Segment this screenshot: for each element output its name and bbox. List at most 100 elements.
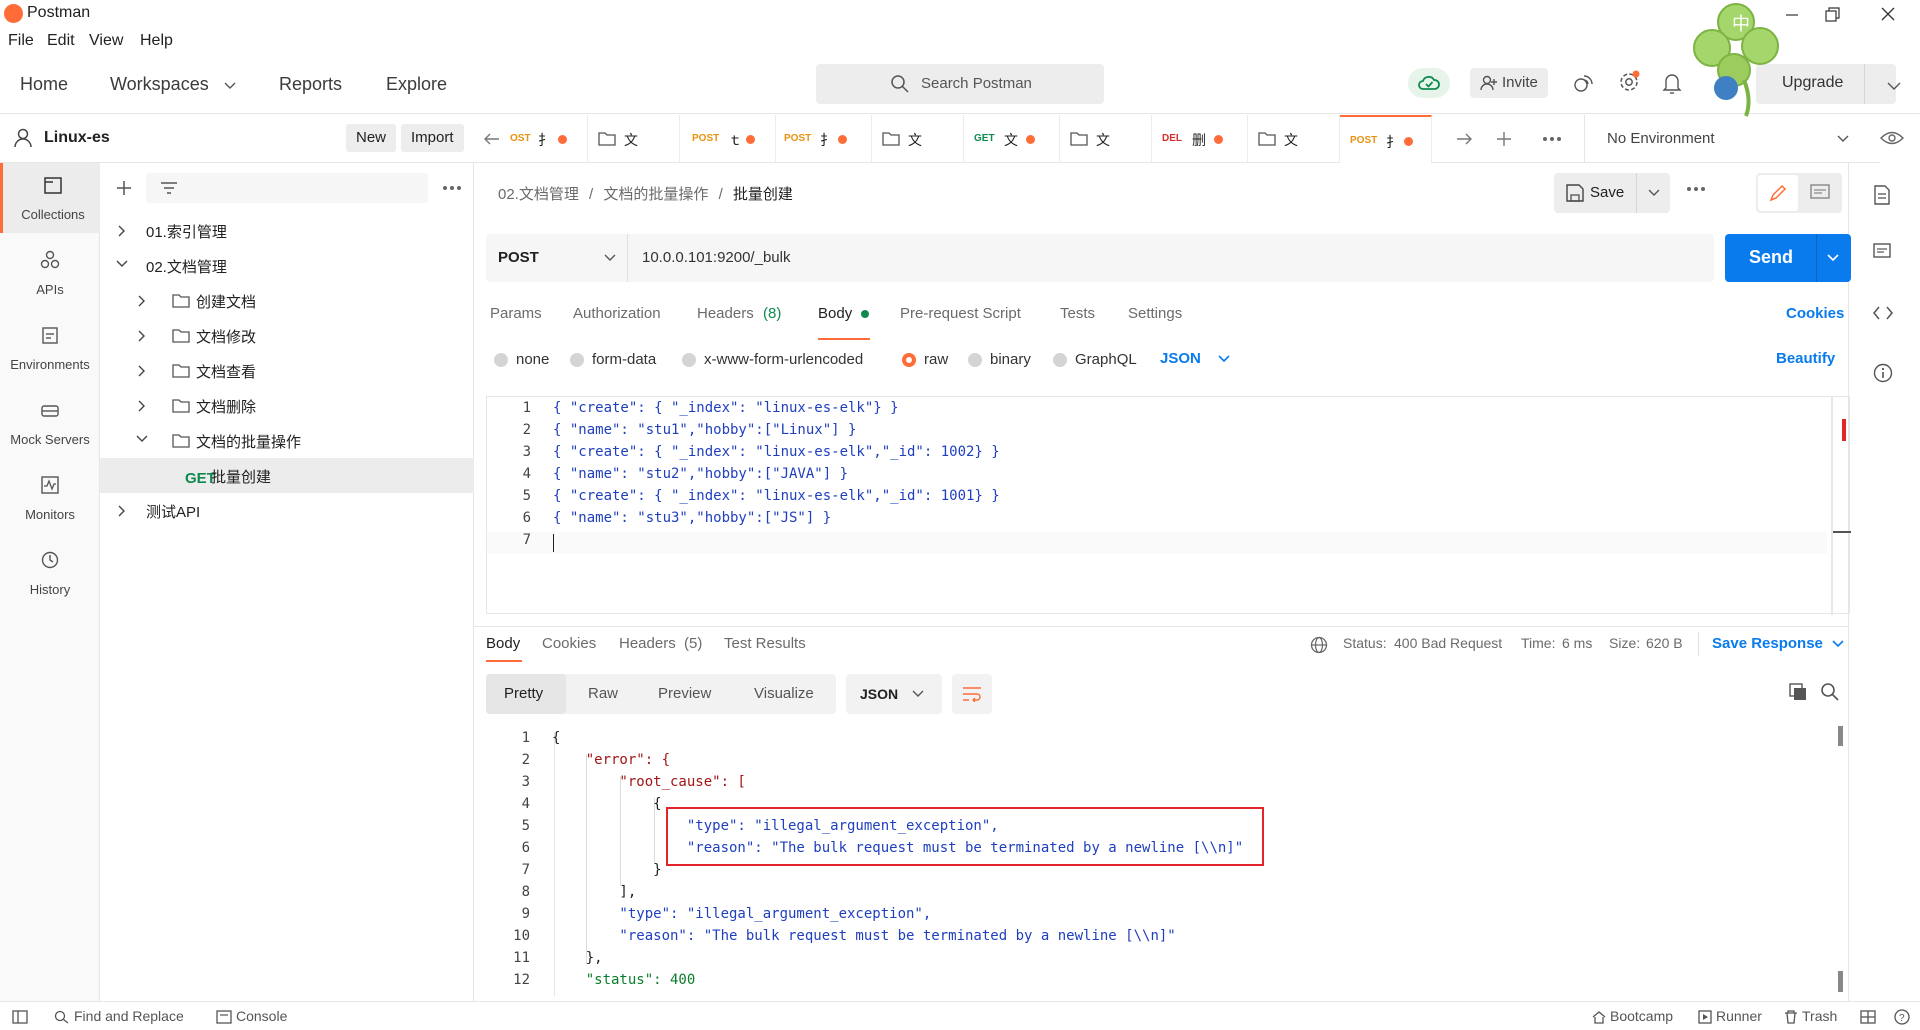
edit-comment-toggle[interactable] <box>1756 173 1842 213</box>
rail-collections[interactable]: Collections <box>0 163 100 233</box>
more-options-icon[interactable] <box>1542 136 1562 142</box>
info-icon[interactable] <box>1873 363 1893 383</box>
view-pretty[interactable]: Pretty <box>504 685 543 702</box>
menu-file[interactable]: File <box>8 32 34 50</box>
tab-request[interactable]: POST 扌 <box>776 115 872 163</box>
tab-settings[interactable]: Settings <box>1128 305 1182 322</box>
bootcamp-button[interactable]: Bootcamp <box>1610 1008 1673 1024</box>
comment-icon[interactable] <box>1810 184 1830 202</box>
response-format-select[interactable]: JSON <box>846 674 942 714</box>
new-button[interactable]: New <box>346 124 397 152</box>
settings-gear-icon[interactable] <box>1617 70 1641 94</box>
nav-reports[interactable]: Reports <box>279 74 342 95</box>
status-value[interactable]: 400 Bad Request <box>1394 635 1502 651</box>
runner-button[interactable]: Runner <box>1716 1008 1762 1024</box>
view-visualize[interactable]: Visualize <box>754 685 814 702</box>
body-format-select[interactable]: JSON <box>1160 350 1201 367</box>
wrap-lines-button[interactable] <box>952 674 992 714</box>
tab-request[interactable]: POST ｔ <box>680 115 776 163</box>
tree-item-folder[interactable]: 创建文档 <box>100 283 474 318</box>
console-button[interactable]: Console <box>236 1008 287 1024</box>
help-icon[interactable]: ? <box>1894 1009 1910 1025</box>
comments-icon[interactable] <box>1873 243 1891 261</box>
response-tab-test-results[interactable]: Test Results <box>724 635 806 652</box>
tab-folder[interactable]: 文 <box>588 115 680 163</box>
nav-home[interactable]: Home <box>20 74 68 95</box>
nav-workspaces[interactable]: Workspaces <box>110 74 209 95</box>
tab-params[interactable]: Params <box>490 305 542 322</box>
new-tab-plus-icon[interactable] <box>1496 131 1512 147</box>
tab-request[interactable]: DEL 删 <box>1152 115 1248 163</box>
menu-view[interactable]: View <box>89 32 123 50</box>
time-value[interactable]: 6 ms <box>1562 635 1592 651</box>
tab-request-active[interactable]: POST 扌 <box>1340 115 1432 163</box>
size-value[interactable]: 620 B <box>1646 635 1683 651</box>
chevron-down-icon[interactable] <box>1648 189 1660 197</box>
tab-pre-request-script[interactable]: Pre-request Script <box>900 305 1021 322</box>
import-button[interactable]: Import <box>401 124 464 152</box>
tab-request[interactable]: OST 扌 <box>502 115 588 163</box>
tree-item-folder[interactable]: 文档删除 <box>100 388 474 423</box>
tree-item-folder[interactable]: 文档查看 <box>100 353 474 388</box>
invite-button[interactable]: Invite <box>1470 68 1548 98</box>
close-icon[interactable] <box>1868 2 1908 28</box>
cookies-link[interactable]: Cookies <box>1786 305 1844 322</box>
beautify-link[interactable]: Beautify <box>1776 350 1835 367</box>
sync-status[interactable] <box>1408 68 1450 98</box>
documentation-icon[interactable] <box>1873 185 1891 205</box>
tab-folder[interactable]: 文 <box>1060 115 1152 163</box>
breadcrumb-item[interactable]: 文档的批量操作 <box>603 186 708 203</box>
tree-item-folder[interactable]: 文档的批量操作 <box>100 423 474 458</box>
two-pane-icon[interactable] <box>1860 1010 1876 1024</box>
trash-button[interactable]: Trash <box>1802 1008 1837 1024</box>
request-body-editor[interactable]: 1 { "create": { "_index": "linux-es-elk"}… <box>486 396 1851 615</box>
filter-input[interactable] <box>146 173 428 203</box>
environment-select[interactable]: No Environment <box>1584 115 1880 163</box>
chevron-down-icon[interactable] <box>1827 254 1839 262</box>
code-icon[interactable] <box>1873 305 1893 321</box>
url-input[interactable]: 10.0.0.101:9200/_bulk <box>642 249 790 266</box>
toggle-sidebar-icon[interactable] <box>12 1010 28 1024</box>
rail-apis[interactable]: APIs <box>0 238 100 308</box>
plus-icon[interactable] <box>116 180 132 196</box>
arrow-left-icon[interactable] <box>484 133 500 145</box>
rail-environments[interactable]: Environments <box>0 313 100 383</box>
more-options-icon[interactable] <box>1686 186 1706 192</box>
tree-item-collection[interactable]: 测试API <box>100 493 474 528</box>
tree-item-folder[interactable]: 文档修改 <box>100 318 474 353</box>
request-response-divider[interactable] <box>474 626 1848 627</box>
copy-icon[interactable] <box>1788 682 1808 702</box>
workspace-name[interactable]: Linux-es <box>44 129 110 147</box>
menu-edit[interactable]: Edit <box>47 32 75 50</box>
tree-item-collection[interactable]: 02.文档管理 <box>100 248 474 283</box>
tab-body[interactable]: Body <box>818 305 852 322</box>
response-tab-headers[interactable]: Headers <box>619 635 676 652</box>
search-icon[interactable] <box>1820 682 1840 702</box>
nav-explore[interactable]: Explore <box>386 74 447 95</box>
rail-history[interactable]: History <box>0 538 100 608</box>
arrow-right-icon[interactable] <box>1456 133 1472 145</box>
notification-bell-icon[interactable] <box>1662 72 1682 94</box>
chevron-down-icon[interactable] <box>1887 82 1901 91</box>
tab-folder[interactable]: 文 <box>1248 115 1340 163</box>
view-preview[interactable]: Preview <box>658 685 711 702</box>
save-response-button[interactable]: Save Response <box>1712 635 1823 652</box>
save-button[interactable]: Save <box>1554 173 1670 213</box>
rail-mock-servers[interactable]: Mock Servers <box>0 388 100 458</box>
menu-help[interactable]: Help <box>140 32 173 50</box>
breadcrumb-item[interactable]: 02.文档管理 <box>498 186 579 203</box>
pencil-icon[interactable] <box>1768 183 1788 203</box>
method-select[interactable]: POST <box>486 234 628 282</box>
response-scrollbar[interactable] <box>1838 726 1843 992</box>
tree-item-request-selected[interactable]: GET 批量创建 <box>100 458 474 493</box>
editor-scrollbar[interactable] <box>1831 397 1833 615</box>
eye-icon[interactable] <box>1880 129 1904 147</box>
find-and-replace-button[interactable]: Find and Replace <box>74 1008 184 1024</box>
tab-folder[interactable]: 文 <box>872 115 964 163</box>
search-input[interactable]: Search Postman <box>816 64 1104 104</box>
tab-request[interactable]: GET 文 <box>964 115 1060 163</box>
tab-headers[interactable]: Headers <box>697 305 754 322</box>
restore-icon[interactable] <box>1812 2 1852 28</box>
tab-authorization[interactable]: Authorization <box>573 305 661 322</box>
send-button[interactable]: Send <box>1725 234 1851 282</box>
